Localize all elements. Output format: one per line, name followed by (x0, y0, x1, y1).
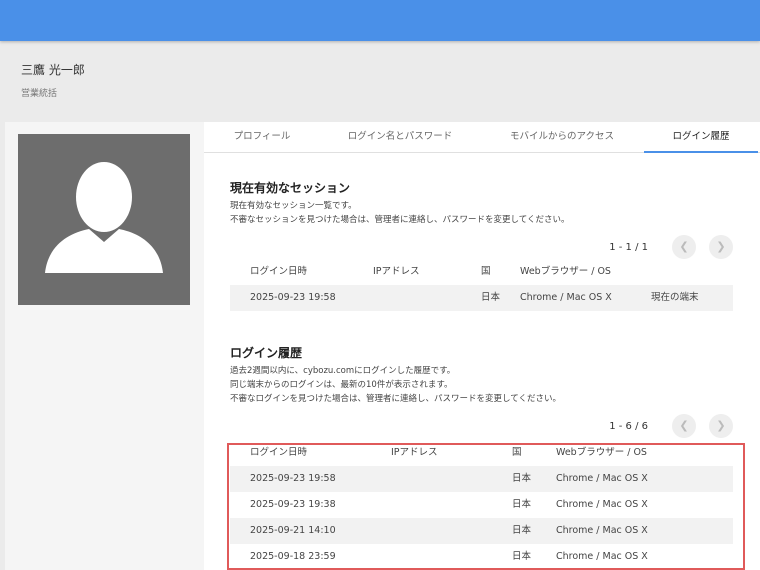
sessions-pager: 1 - 1 / 1 ❮ ❯ (609, 235, 733, 259)
cell-country: 日本 (512, 525, 532, 536)
sessions-desc-line: 現在有効なセッション一覧です。 (230, 201, 357, 211)
history-desc-line: 不審なログインを見つけた場合は、管理者に連絡し、パスワードを変更してください。 (230, 394, 561, 404)
header-browser: Webブラウザー / OS (520, 266, 611, 277)
main-content: プロフィール ログイン名とパスワード モバイルからのアクセス ログイン履歴 現在… (204, 122, 760, 570)
history-table: ログイン日時 IPアドレス 国 Webブラウザー / OS 2025-09-23… (230, 440, 733, 570)
tab-profile[interactable]: プロフィール (214, 122, 310, 153)
cell-country: 日本 (512, 551, 532, 562)
user-header: 三鷹 光一郎 営業統括 (21, 61, 85, 99)
tab-bar: プロフィール ログイン名とパスワード モバイルからのアクセス ログイン履歴 (204, 122, 760, 153)
cell-browser: Chrome / Mac OS X (556, 525, 648, 536)
chevron-right-icon[interactable]: ❯ (709, 235, 733, 259)
history-desc-line: 同じ端末からのログインは、最新の10件が表示されます。 (230, 380, 453, 390)
chevron-right-icon[interactable]: ❯ (709, 414, 733, 438)
cell-date: 2025-09-23 19:58 (250, 473, 336, 484)
table-row: 2025-09-18 23:59 日本 Chrome / Mac OS X (230, 544, 733, 570)
user-name: 三鷹 光一郎 (21, 63, 85, 77)
header-date: ログイン日時 (250, 266, 308, 277)
sessions-desc-line: 不審なセッションを見つけた場合は、管理者に連絡し、パスワードを変更してください。 (230, 215, 570, 225)
header-date: ログイン日時 (250, 447, 308, 458)
table-row: 2025-09-23 19:58 日本 Chrome / Mac OS X (230, 466, 733, 492)
table-header-row: ログイン日時 IPアドレス 国 Webブラウザー / OS (230, 259, 733, 285)
header-ip: IPアドレス (391, 447, 438, 458)
history-pager-count: 1 - 6 / 6 (609, 420, 648, 432)
table-header-row: ログイン日時 IPアドレス 国 Webブラウザー / OS (230, 440, 733, 466)
cell-date: 2025-09-21 14:10 (250, 525, 336, 536)
tab-mobile-access[interactable]: モバイルからのアクセス (494, 122, 630, 153)
cell-date: 2025-09-18 23:59 (250, 551, 336, 562)
header-ip: IPアドレス (373, 266, 420, 277)
table-row: 2025-09-23 19:58 日本 Chrome / Mac OS X 現在… (230, 285, 733, 311)
avatar (18, 134, 190, 305)
cell-date: 2025-09-23 19:38 (250, 499, 336, 510)
cell-browser: Chrome / Mac OS X (556, 499, 648, 510)
header-country: 国 (481, 266, 491, 277)
tab-login-history[interactable]: ログイン履歴 (644, 122, 758, 153)
cell-country: 日本 (512, 499, 532, 510)
top-bar (0, 0, 760, 41)
cell-browser: Chrome / Mac OS X (556, 551, 648, 562)
tab-login-password[interactable]: ログイン名とパスワード (332, 122, 468, 153)
history-desc-line: 過去2週間以内に、cybozu.comにログインした履歴です。 (230, 366, 456, 376)
cell-browser: Chrome / Mac OS X (520, 292, 612, 303)
sessions-title: 現在有効なセッション (230, 181, 351, 195)
cell-country: 日本 (512, 473, 532, 484)
cell-browser: Chrome / Mac OS X (556, 473, 648, 484)
table-row: 2025-09-23 19:38 日本 Chrome / Mac OS X (230, 492, 733, 518)
chevron-left-icon[interactable]: ❮ (672, 235, 696, 259)
user-silhouette-icon (45, 162, 163, 273)
header-country: 国 (512, 447, 522, 458)
cell-country: 日本 (481, 292, 501, 303)
user-title: 営業統括 (21, 89, 58, 99)
sessions-pager-count: 1 - 1 / 1 (609, 241, 648, 253)
sessions-description: 現在有効なセッション一覧です。 不審なセッションを見つけた場合は、管理者に連絡し… (230, 199, 570, 227)
profile-sidebar (5, 122, 204, 570)
history-title: ログイン履歴 (230, 346, 303, 360)
history-description: 過去2週間以内に、cybozu.comにログインした履歴です。 同じ端末からのロ… (230, 364, 561, 406)
header-browser: Webブラウザー / OS (556, 447, 647, 458)
sessions-table: ログイン日時 IPアドレス 国 Webブラウザー / OS 2025-09-23… (230, 259, 733, 311)
cell-current-device: 現在の端末 (651, 292, 699, 303)
chevron-left-icon[interactable]: ❮ (672, 414, 696, 438)
table-row: 2025-09-21 14:10 日本 Chrome / Mac OS X (230, 518, 733, 544)
history-pager: 1 - 6 / 6 ❮ ❯ (609, 414, 733, 438)
cell-date: 2025-09-23 19:58 (250, 292, 336, 303)
